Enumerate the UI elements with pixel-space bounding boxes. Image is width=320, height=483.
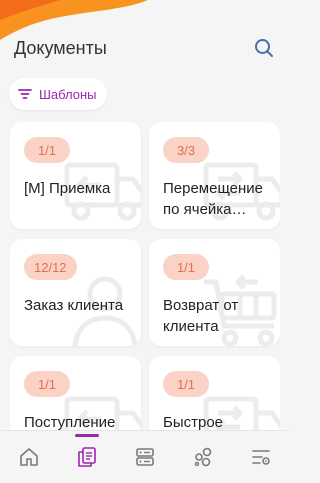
card-label: Быстрое — [163, 414, 224, 430]
card-customer-return[interactable]: 1/1 Возврат от клиента — [149, 239, 280, 346]
search-icon — [255, 39, 273, 57]
tab-settings[interactable] — [241, 437, 281, 477]
documents-icon — [78, 447, 96, 467]
settings-icon — [252, 450, 270, 465]
card-label: Заказ клиента — [24, 297, 124, 314]
card-badge: 1/1 — [163, 371, 209, 397]
card-badge: 1/1 — [163, 254, 209, 280]
tab-home[interactable] — [9, 437, 49, 477]
card-label: Возврат от клиента — [163, 297, 239, 335]
home-icon — [20, 448, 38, 466]
card-cell-transfer[interactable]: 3/3 Перемещение по ячейка… — [149, 122, 280, 229]
card-customer-order[interactable]: 12/12 Заказ клиента — [10, 239, 141, 346]
search-button[interactable] — [252, 36, 276, 60]
card-badge: 3/3 — [163, 137, 209, 163]
card-badge: 1/1 — [24, 137, 70, 163]
bottom-navigation — [0, 430, 290, 483]
tab-catalog[interactable] — [125, 437, 165, 477]
card-label: [M] Приемка — [24, 180, 111, 197]
templates-filter-chip[interactable]: Шаблоны — [9, 78, 107, 110]
card-receiving[interactable]: 1/1 [M] Приемка — [10, 122, 141, 229]
templates-filter-label: Шаблоны — [39, 86, 97, 102]
header: Документы — [14, 34, 276, 62]
card-label: Перемещение по ячейка… — [163, 180, 263, 218]
filter-icon — [18, 89, 32, 99]
card-quick[interactable]: 1/1 Быстрое — [149, 356, 280, 430]
tab-documents[interactable] — [67, 434, 107, 477]
page-title: Документы — [14, 37, 107, 58]
card-label: Поступление — [24, 414, 116, 430]
active-tab-indicator — [75, 434, 99, 437]
tab-bubbles[interactable] — [183, 437, 223, 477]
card-badge: 12/12 — [24, 254, 77, 280]
card-incoming[interactable]: 1/1 Поступление — [10, 356, 141, 430]
card-badge: 1/1 — [24, 371, 70, 397]
server-icon — [136, 448, 154, 466]
document-type-grid: 1/1 [M] Приемка 3/3 Перемещение по ячейк… — [10, 122, 280, 430]
bubbles-icon — [194, 447, 212, 467]
